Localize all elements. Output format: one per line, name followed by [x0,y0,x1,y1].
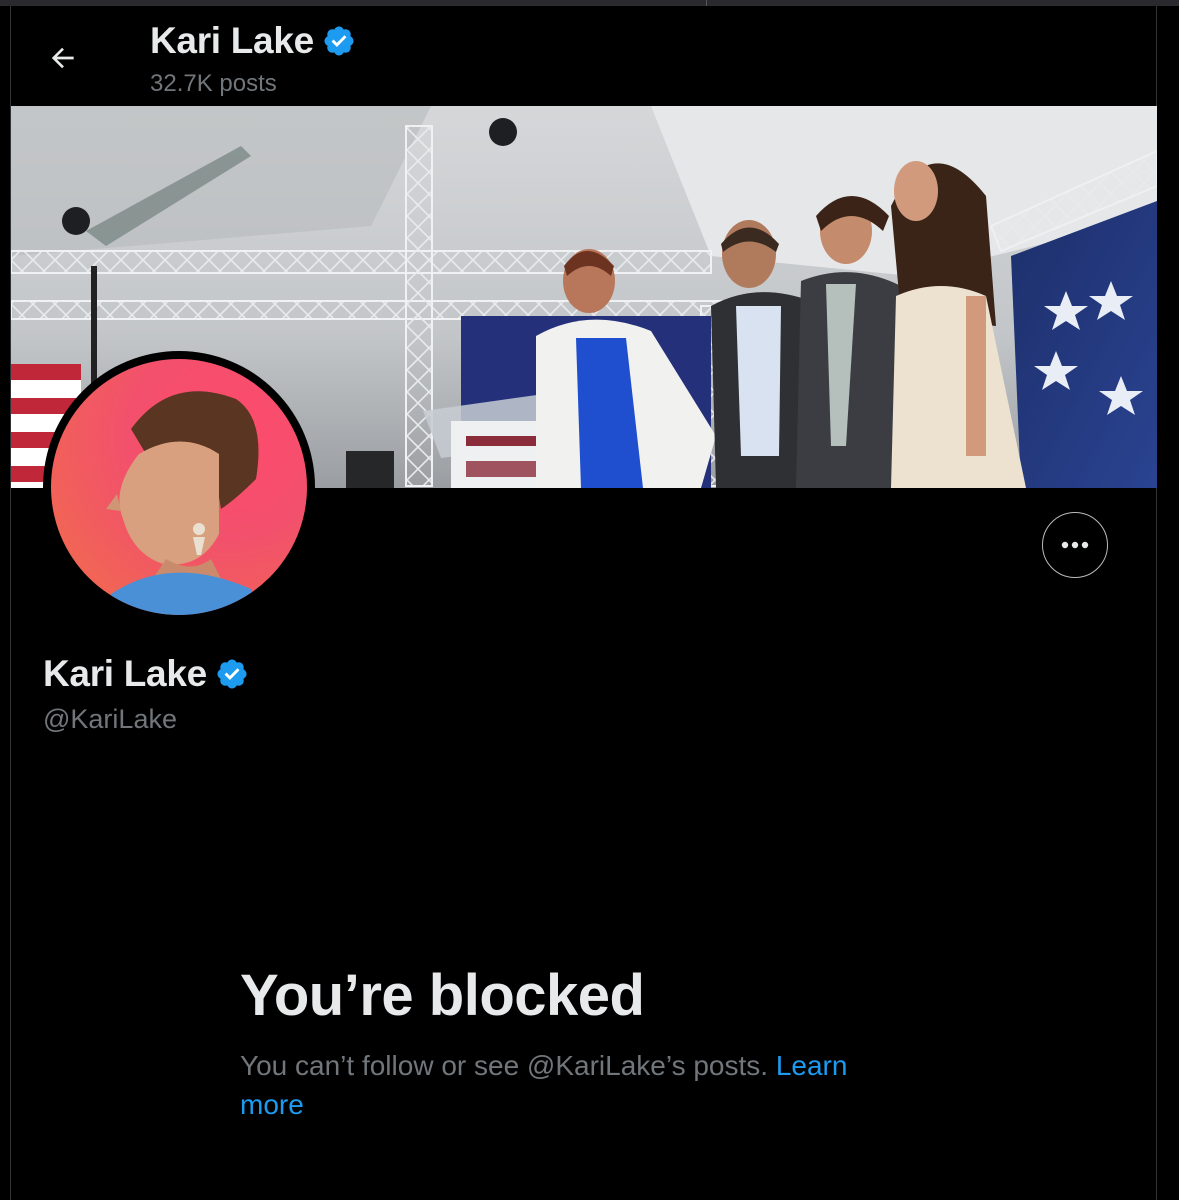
profile-name: Kari Lake [43,653,249,695]
profile-handle: @KariLake [43,704,177,734]
more-horizontal-icon [1061,541,1089,549]
profile-header: Kari Lake 32.7K posts [11,6,1156,106]
avatar-portrait [106,391,261,615]
avatar-image [51,359,307,615]
verified-badge-icon [217,659,247,689]
back-button[interactable] [41,36,85,80]
arrow-left-icon [51,47,74,69]
more-options-button[interactable] [1042,512,1108,578]
header-posts-count: 32.7K posts [150,70,277,97]
blocked-message: You can’t follow or see @KariLake’s post… [240,1046,900,1124]
header-title: Kari Lake [150,20,356,62]
blocked-message-text: You can’t follow or see @KariLake’s post… [240,1050,769,1081]
profile-display-name: Kari Lake [43,653,207,694]
blocked-title: You’re blocked [240,963,645,1028]
profile-avatar[interactable] [43,351,315,623]
verified-badge-icon [324,26,354,56]
header-name: Kari Lake [150,20,314,61]
profile-column: Kari Lake 32.7K posts Kari Lake @KariLak… [10,6,1157,1200]
